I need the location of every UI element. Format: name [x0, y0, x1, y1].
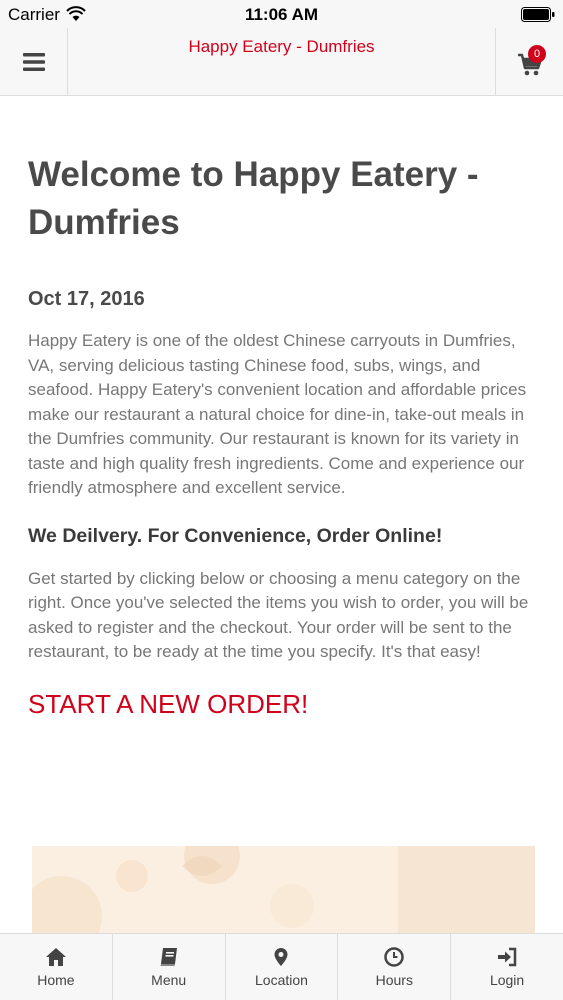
tab-label: Hours: [375, 972, 413, 988]
start-new-order-link[interactable]: START A NEW ORDER!: [28, 689, 538, 719]
cart-button[interactable]: 0: [495, 28, 563, 96]
hamburger-icon: [22, 53, 45, 71]
banner-panel: [398, 846, 535, 934]
battery-icon: [521, 7, 555, 22]
cart-count-badge: 0: [528, 45, 546, 63]
tab-location[interactable]: Location: [226, 934, 339, 1000]
page-title: Happy Eatery - Dumfries: [188, 37, 375, 56]
about-paragraph: Happy Eatery is one of the oldest Chines…: [28, 331, 527, 497]
bottom-tab-bar: Home Menu Location Hours Login: [0, 933, 563, 1000]
status-bar: Carrier 11:06 AM: [0, 0, 563, 28]
main-content: Welcome to Happy Eatery - Dumfries Oct 1…: [28, 96, 538, 719]
sign-in-icon: [498, 947, 517, 967]
tab-login[interactable]: Login: [451, 934, 563, 1000]
tab-hours[interactable]: Hours: [338, 934, 452, 1000]
tab-label: Login: [489, 972, 525, 988]
map-marker-icon: [274, 948, 288, 966]
floral-pattern-icon: [32, 846, 314, 934]
tab-label: Home: [37, 972, 75, 988]
banner-image: [32, 846, 535, 934]
home-icon: [45, 948, 66, 966]
hamburger-menu-button[interactable]: [0, 28, 68, 96]
status-time: 11:06 AM: [244, 5, 319, 24]
clock-icon: [384, 947, 405, 967]
tab-label: Location: [255, 972, 308, 988]
tab-label: Menu: [151, 972, 187, 988]
welcome-heading: Welcome to Happy Eatery - Dumfries: [28, 155, 479, 242]
post-date: Oct 17, 2016: [28, 288, 145, 310]
app-header: Happy Eatery - Dumfries 0: [0, 28, 563, 96]
book-icon: [160, 948, 177, 966]
tab-home[interactable]: Home: [0, 934, 113, 1000]
instructions-paragraph: Get started by clicking below or choosin…: [28, 568, 529, 662]
tab-menu[interactable]: Menu: [113, 934, 226, 1000]
delivery-heading: We Deilvery. For Convenience, Order Onli…: [28, 524, 443, 547]
